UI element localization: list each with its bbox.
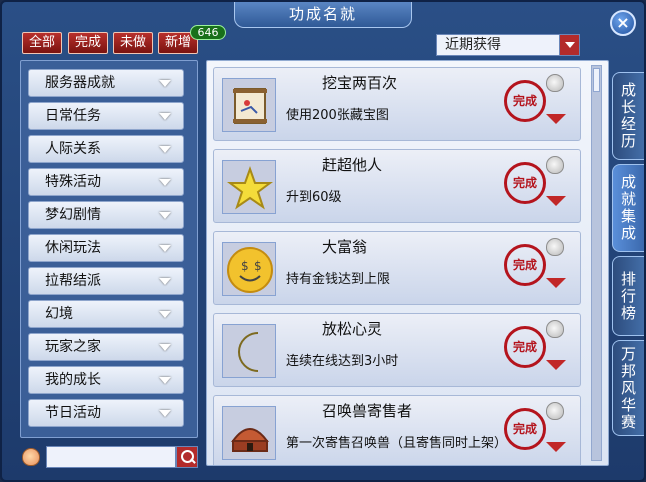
category-label: 人际关系 [45, 141, 101, 157]
category-item-server-achievement[interactable]: 服务器成就 [28, 69, 184, 97]
money-face-icon: $ $ [222, 242, 276, 296]
category-label: 我的成长 [45, 372, 101, 388]
expand-icon[interactable] [546, 360, 566, 370]
window-title: 功成名就 [234, 2, 412, 28]
category-label: 日常任务 [45, 108, 101, 124]
close-button[interactable]: × [610, 10, 636, 36]
achievement-description: 连续在线达到3小时 [286, 354, 399, 369]
achievement-item[interactable]: 赶超他人 升到60级 完成 [213, 149, 581, 223]
svg-text:$: $ [241, 259, 249, 273]
search-icon[interactable] [176, 446, 198, 468]
achievement-item[interactable]: $ $ 大富翁 持有金钱达到上限 完成 [213, 231, 581, 305]
chevron-down-icon [159, 113, 171, 120]
expand-icon[interactable] [546, 442, 566, 452]
achievement-title: 召唤兽寄售者 [322, 402, 413, 420]
scrollbar[interactable] [591, 65, 602, 461]
chevron-down-icon [159, 179, 171, 186]
achievement-title: 挖宝两百次 [322, 74, 398, 92]
search-area [22, 446, 198, 468]
completed-seal: 完成 [504, 162, 546, 204]
new-count-badge: 646 [190, 25, 226, 40]
chevron-down-icon [159, 344, 171, 351]
completed-seal: 完成 [504, 80, 546, 122]
category-item-relationships[interactable]: 人际关系 [28, 135, 184, 163]
completed-seal: 完成 [504, 408, 546, 450]
filter-incomplete-button[interactable]: 未做 [113, 32, 154, 54]
expand-icon[interactable] [546, 114, 566, 124]
peach-icon[interactable] [546, 402, 564, 420]
search-input[interactable] [46, 446, 176, 468]
category-label: 节日活动 [45, 405, 101, 421]
category-label: 服务器成就 [45, 75, 115, 91]
category-item-guild[interactable]: 拉帮结派 [28, 267, 184, 295]
category-label: 玩家之家 [45, 339, 101, 355]
filter-completed-button[interactable]: 完成 [68, 32, 109, 54]
achievement-title: 放松心灵 [322, 320, 383, 338]
sort-selected-label: 近期获得 [445, 37, 501, 53]
peach-icon[interactable] [546, 238, 564, 256]
filter-all-button[interactable]: 全部 [22, 32, 63, 54]
moon-icon [222, 324, 276, 378]
svg-text:$: $ [254, 259, 262, 273]
achievement-description: 持有金钱达到上限 [286, 272, 391, 287]
star-icon [222, 160, 276, 214]
sort-select[interactable]: 近期获得 [436, 34, 580, 56]
category-item-festival[interactable]: 节日活动 [28, 399, 184, 427]
category-label: 休闲玩法 [45, 240, 101, 256]
peach-icon[interactable] [546, 156, 564, 174]
scroll-thumb[interactable] [593, 68, 600, 92]
peach-icon[interactable] [546, 320, 564, 338]
expand-icon[interactable] [546, 196, 566, 206]
achievement-title: 大富翁 [322, 238, 368, 256]
tab-achievement-collection[interactable]: 成就集成 [612, 164, 644, 252]
achievement-item[interactable]: 放松心灵 连续在线达到3小时 完成 [213, 313, 581, 387]
peach-icon [22, 448, 40, 466]
achievement-description: 第一次寄售召唤兽（且寄售同时上架） [286, 436, 508, 451]
chevron-down-icon [159, 212, 171, 219]
achievement-window: 功成名就 × 全部 完成 未做 新增 646 近期获得 服务器成就 日常任务 人… [0, 0, 646, 482]
category-label: 幻境 [45, 306, 73, 322]
tab-wanbang-contest[interactable]: 万邦风华赛 [612, 340, 644, 436]
peach-icon[interactable] [546, 74, 564, 92]
chevron-down-icon [159, 245, 171, 252]
achievement-list: 挖宝两百次 使用200张藏宝图 完成 赶超他人 升到60级 完成 $ $ 大富翁 … [206, 60, 609, 466]
chevron-down-icon [159, 146, 171, 153]
achievement-item[interactable]: 挖宝两百次 使用200张藏宝图 完成 [213, 67, 581, 141]
chevron-down-icon [159, 278, 171, 285]
category-item-story[interactable]: 梦幻剧情 [28, 201, 184, 229]
tab-growth-history[interactable]: 成长经历 [612, 72, 644, 160]
category-item-player-home[interactable]: 玩家之家 [28, 333, 184, 361]
chevron-down-icon [159, 377, 171, 384]
achievement-title: 赶超他人 [322, 156, 383, 174]
category-list: 服务器成就 日常任务 人际关系 特殊活动 梦幻剧情 休闲玩法 拉帮结派 幻境 玩… [20, 60, 198, 438]
expand-icon[interactable] [546, 278, 566, 288]
category-label: 特殊活动 [45, 174, 101, 190]
chevron-down-icon [159, 410, 171, 417]
category-item-daily-tasks[interactable]: 日常任务 [28, 102, 184, 130]
completed-seal: 完成 [504, 244, 546, 286]
treasure-map-icon [222, 78, 276, 132]
category-item-illusion[interactable]: 幻境 [28, 300, 184, 328]
category-item-leisure[interactable]: 休闲玩法 [28, 234, 184, 262]
category-item-special-events[interactable]: 特殊活动 [28, 168, 184, 196]
achievement-description: 使用200张藏宝图 [286, 108, 389, 123]
completed-seal: 完成 [504, 326, 546, 368]
chevron-down-icon [159, 80, 171, 87]
category-label: 梦幻剧情 [45, 207, 101, 223]
yurt-icon [222, 406, 276, 460]
tab-leaderboard[interactable]: 排行榜 [612, 256, 644, 336]
achievement-item[interactable]: 召唤兽寄售者 第一次寄售召唤兽（且寄售同时上架） 完成 [213, 395, 581, 465]
achievement-description: 升到60级 [286, 190, 342, 205]
category-item-my-growth[interactable]: 我的成长 [28, 366, 184, 394]
category-label: 拉帮结派 [45, 273, 101, 289]
chevron-down-icon [159, 311, 171, 318]
chevron-down-icon[interactable] [559, 35, 579, 55]
